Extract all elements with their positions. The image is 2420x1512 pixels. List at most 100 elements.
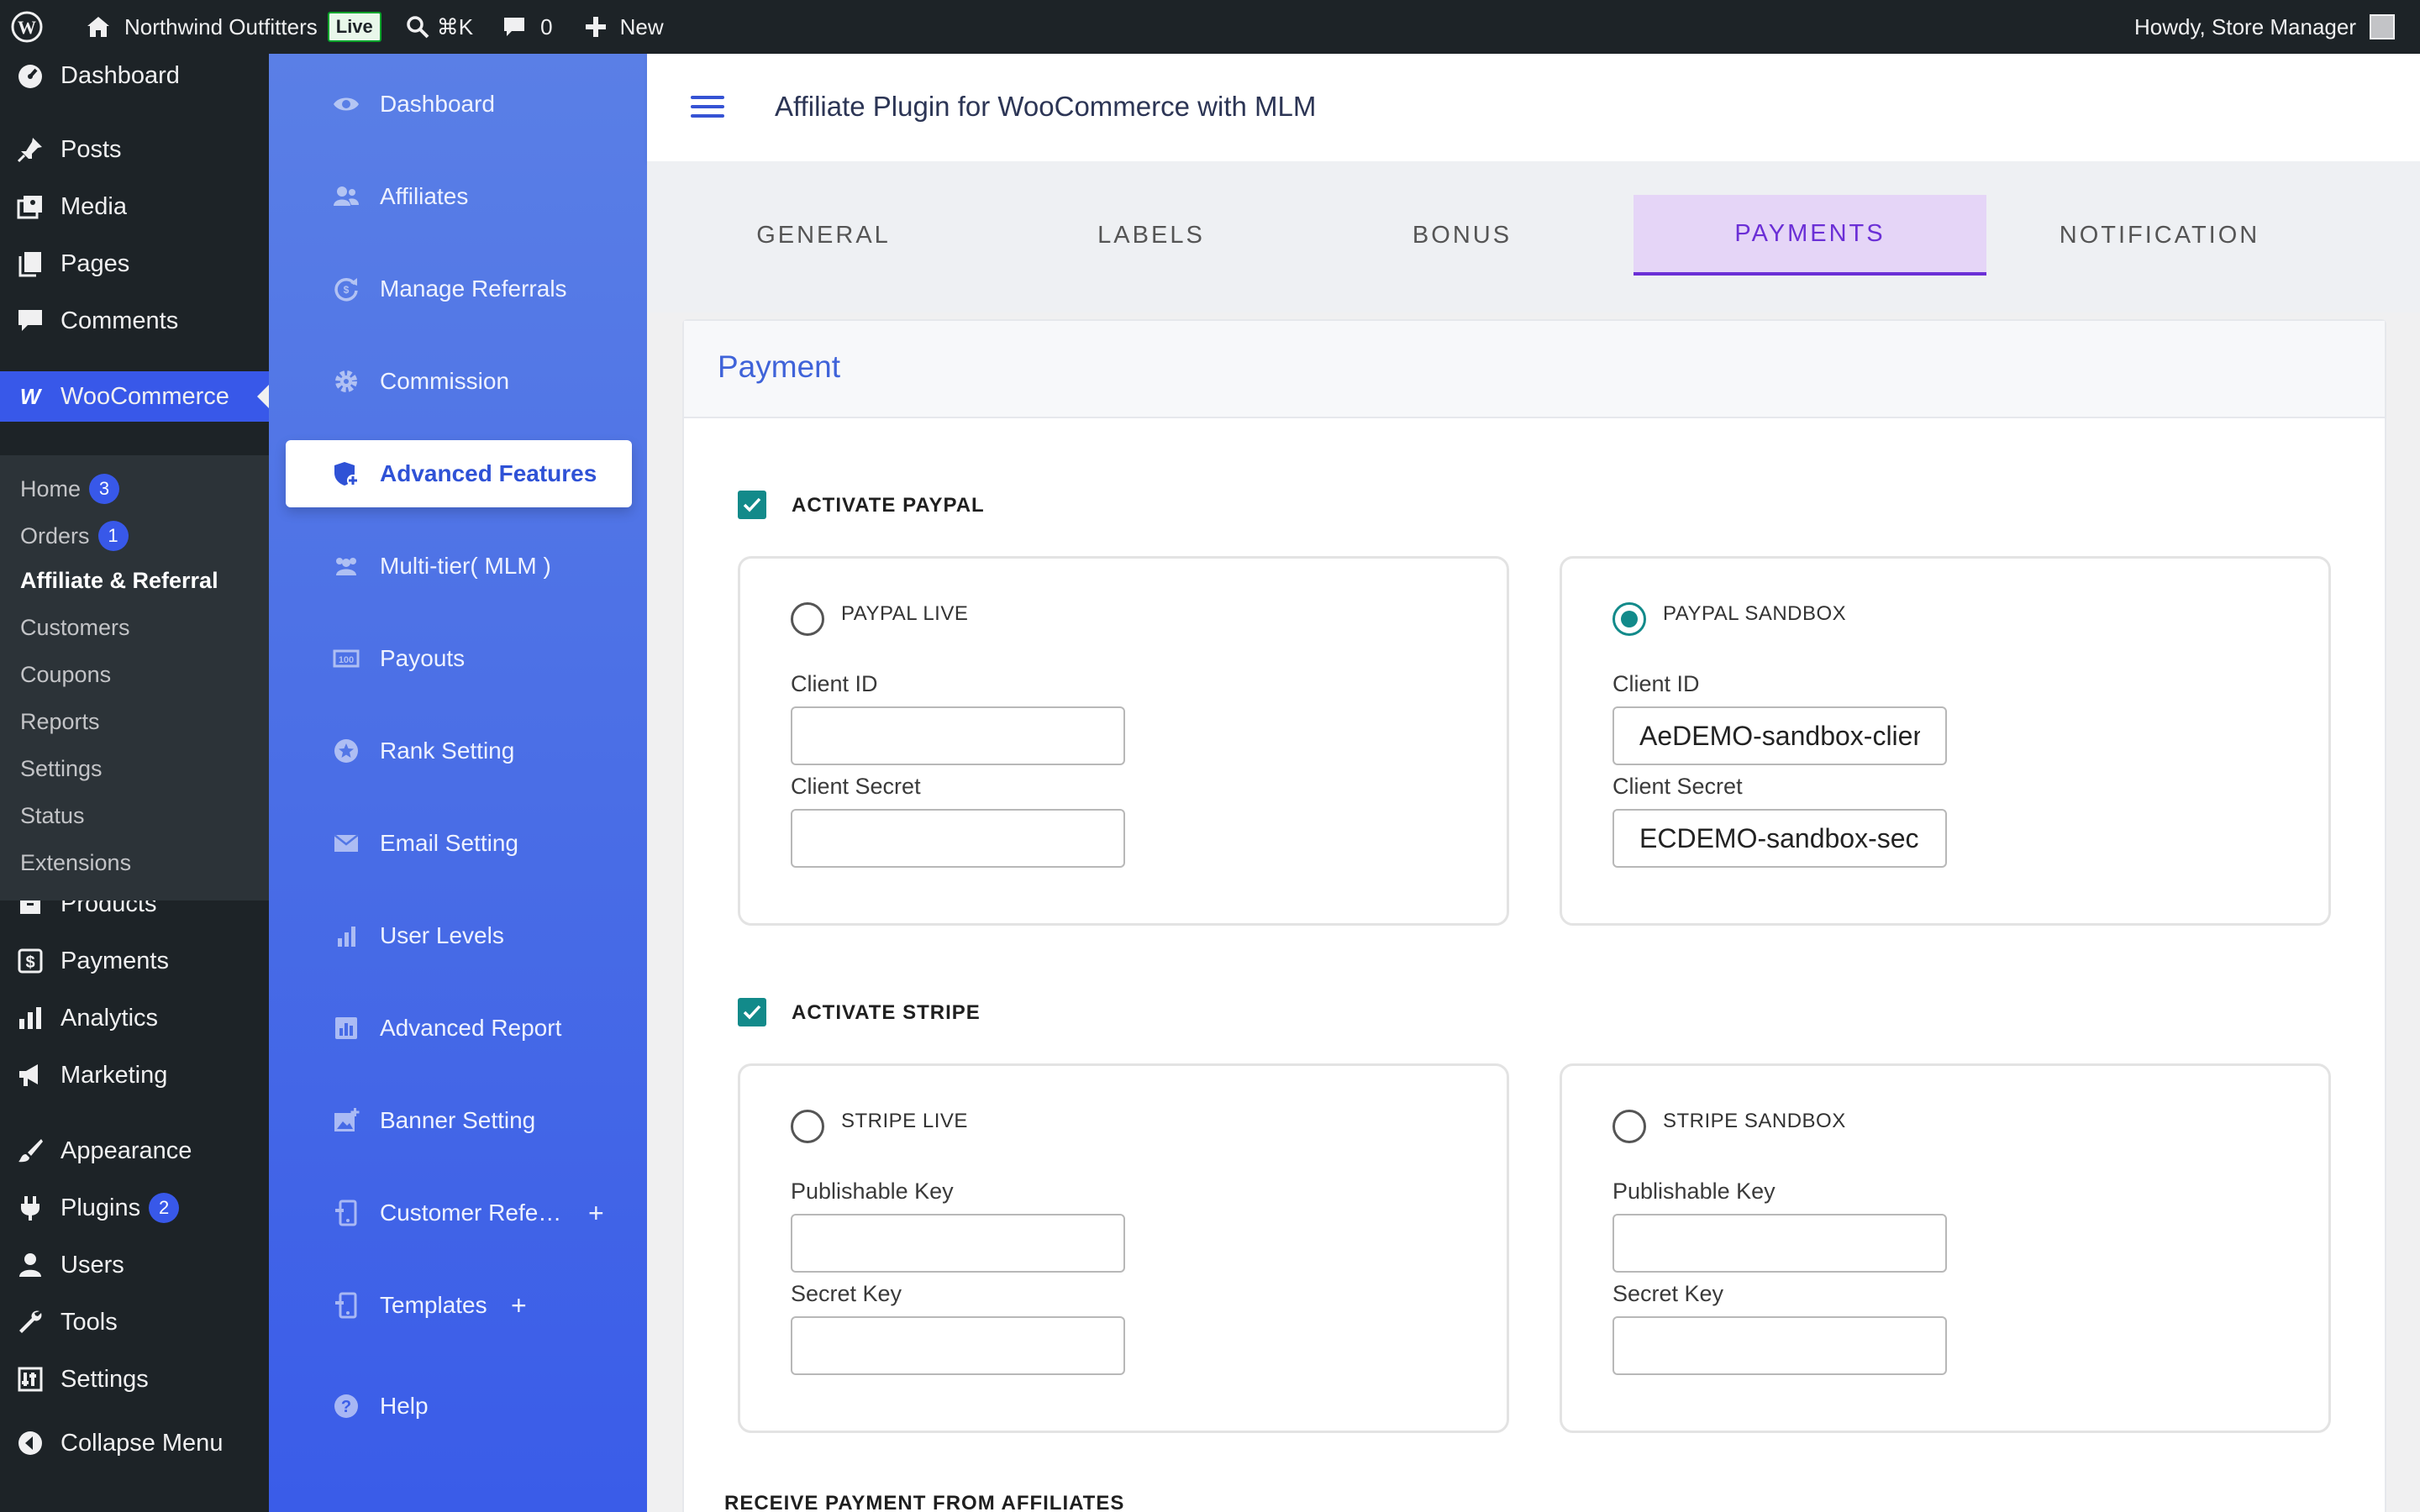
plugin-header: Affiliate Plugin for WooCommerce with ML…: [647, 54, 2420, 161]
paypal-live-client-id-input[interactable]: [791, 706, 1125, 765]
activate-paypal-label: ACTIVATE PAYPAL: [792, 494, 985, 517]
stripe-live-radio[interactable]: [791, 1110, 824, 1143]
megaphone-icon: [15, 1060, 45, 1090]
device-icon: [329, 1289, 363, 1322]
menu-woocommerce[interactable]: W WooCommerce: [0, 371, 269, 422]
new-content-button[interactable]: New: [583, 0, 664, 54]
plugin-nav-payouts[interactable]: 100 Payouts: [286, 625, 632, 692]
menu-label: Pages: [60, 249, 130, 277]
plugin-nav-commission[interactable]: Commission: [286, 348, 632, 415]
bar-chart-icon: [15, 1003, 45, 1033]
activate-stripe-checkbox[interactable]: [738, 998, 766, 1026]
menu-analytics[interactable]: Analytics: [0, 993, 269, 1043]
expand-plus-icon[interactable]: +: [511, 1290, 527, 1321]
submenu-status[interactable]: Status: [20, 803, 85, 829]
money-icon: 100: [329, 642, 363, 675]
command-search-button[interactable]: ⌘K: [405, 0, 473, 54]
menu-collapse-menu[interactable]: Collapse Menu: [0, 1418, 269, 1468]
plugin-nav-email-setting[interactable]: Email Setting: [286, 810, 632, 877]
submenu-extensions[interactable]: Extensions: [20, 850, 131, 876]
help-icon: ?: [329, 1389, 363, 1423]
submenu-coupons[interactable]: Coupons: [20, 662, 111, 688]
paypal-sandbox-radio[interactable]: [1612, 602, 1646, 636]
plugin-nav-manage-referrals[interactable]: $ Manage Referrals: [286, 255, 632, 323]
paypal-sandbox-client-id-input[interactable]: [1612, 706, 1947, 765]
plugin-nav-dashboard[interactable]: Dashboard: [286, 71, 632, 138]
submenu-settings[interactable]: Settings: [20, 756, 103, 782]
card-header: Payment: [684, 321, 2385, 418]
comments-link[interactable]: 0: [502, 0, 553, 54]
howdy-text: Howdy, Store Manager: [2134, 13, 2356, 39]
plugin-nav-affiliates[interactable]: Affiliates: [286, 163, 632, 230]
menu-posts[interactable]: Posts: [0, 124, 269, 175]
menu-dashboard[interactable]: Dashboard: [0, 50, 269, 101]
site-name-link[interactable]: Northwind Outfitters Live: [84, 0, 381, 54]
menu-users[interactable]: Users: [0, 1240, 269, 1290]
plugin-nav-advanced-report[interactable]: Advanced Report: [286, 995, 632, 1062]
stripe-live-secret-key-input[interactable]: [791, 1316, 1125, 1375]
submenu-orders[interactable]: Orders 1: [20, 521, 129, 551]
image-plus-icon: [329, 1104, 363, 1137]
stripe-sandbox-label: STRIPE SANDBOX: [1663, 1110, 1846, 1132]
receive-payment-label: RECEIVE PAYMENT FROM AFFILIATES: [724, 1492, 1125, 1512]
menu-media[interactable]: Media: [0, 181, 269, 232]
menu-appearance[interactable]: Appearance: [0, 1126, 269, 1176]
search-shortcut: ⌘K: [436, 13, 474, 39]
tab-bonus[interactable]: BONUS: [1361, 195, 1563, 276]
tab-general[interactable]: GENERAL: [723, 195, 924, 276]
menu-comments[interactable]: Comments: [0, 296, 269, 346]
dollar-icon: $: [15, 946, 45, 976]
hamburger-menu-icon[interactable]: [691, 96, 724, 121]
menu-plugins[interactable]: Plugins 2: [0, 1183, 269, 1233]
submenu-affiliate-referral[interactable]: Affiliate & Referral: [20, 568, 218, 594]
plugin-nav-banner-setting[interactable]: Banner Setting: [286, 1087, 632, 1154]
comment-icon: [504, 18, 525, 36]
menu-payments[interactable]: $ Payments: [0, 936, 269, 986]
group-icon: [329, 549, 363, 583]
tab-labels[interactable]: LABELS: [1050, 195, 1252, 276]
menu-label: Users: [60, 1251, 124, 1278]
tab-payments[interactable]: PAYMENTS: [1634, 195, 1986, 276]
stripe-sandbox-secret-key-input[interactable]: [1612, 1316, 1947, 1375]
client-secret-label: Client Secret: [791, 774, 921, 799]
wordpress-logo-icon[interactable]: W: [10, 0, 44, 54]
plug-icon: [15, 1193, 45, 1223]
submenu-reports[interactable]: Reports: [20, 709, 100, 735]
account-menu[interactable]: Howdy, Store Manager: [2134, 0, 2395, 54]
stripe-sandbox-publishable-key-input[interactable]: [1612, 1214, 1947, 1273]
collapse-icon: [15, 1428, 45, 1458]
paypal-sandbox-client-secret-input[interactable]: [1612, 809, 1947, 868]
menu-pages[interactable]: Pages: [0, 239, 269, 289]
plugin-nav-user-levels[interactable]: User Levels: [286, 902, 632, 969]
plugin-nav-multi-tier-mlm[interactable]: Multi-tier( MLM ): [286, 533, 632, 600]
device-icon: [329, 1196, 363, 1230]
stripe-live-publishable-key-input[interactable]: [791, 1214, 1125, 1273]
stripe-sandbox-radio[interactable]: [1612, 1110, 1646, 1143]
plugin-nav-advanced-features[interactable]: Advanced Features: [286, 440, 632, 507]
plugin-nav-customer-refe[interactable]: Customer Refe… +: [286, 1179, 632, 1247]
secret-key-label: Secret Key: [791, 1281, 902, 1306]
plugin-nav-help[interactable]: ? Help: [286, 1373, 632, 1440]
submenu-customers[interactable]: Customers: [20, 615, 130, 641]
submenu-home[interactable]: Home 3: [20, 474, 120, 504]
activate-paypal-checkbox[interactable]: [738, 491, 766, 519]
paypal-live-box: PAYPAL LIVE Client ID Client Secret: [738, 556, 1509, 926]
plugin-nav-label: Payouts: [380, 645, 466, 671]
menu-marketing[interactable]: Marketing: [0, 1050, 269, 1100]
page-title: Affiliate Plugin for WooCommerce with ML…: [775, 91, 1317, 122]
menu-label: Payments: [60, 947, 169, 974]
tab-notification[interactable]: NOTIFICATION: [2025, 195, 2294, 276]
plugin-nav-rank-setting[interactable]: Rank Setting: [286, 717, 632, 785]
plugin-nav-templates[interactable]: Templates +: [286, 1272, 632, 1339]
paypal-live-client-secret-input[interactable]: [791, 809, 1125, 868]
menu-tools[interactable]: Tools: [0, 1297, 269, 1347]
menu-settings[interactable]: Settings: [0, 1354, 269, 1404]
submenu-label: Coupons: [20, 662, 112, 687]
plugin-nav-label: Banner Setting: [380, 1107, 536, 1133]
expand-plus-icon[interactable]: +: [588, 1198, 604, 1229]
mail-icon: [329, 827, 363, 860]
refresh-icon: $: [329, 272, 363, 306]
paypal-live-radio[interactable]: [791, 602, 824, 636]
menu-label: Media: [60, 192, 127, 220]
svg-text:$: $: [344, 284, 350, 296]
